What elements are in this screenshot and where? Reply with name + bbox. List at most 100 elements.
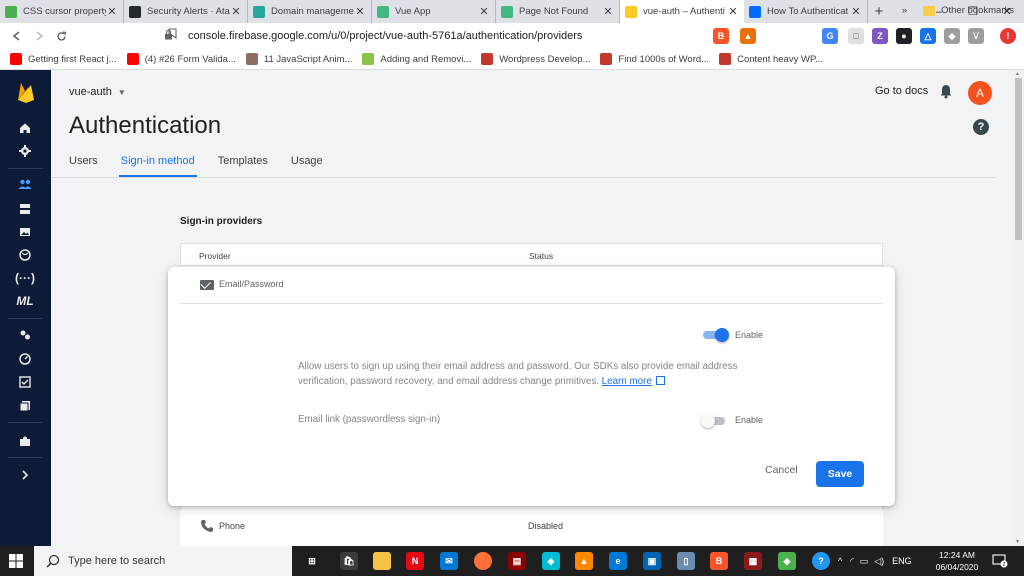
scroll-down-arrow-icon[interactable]: ▼ bbox=[1015, 539, 1020, 545]
table-row[interactable]: Phone Disabled bbox=[180, 510, 883, 546]
volume-icon[interactable]: ◁) bbox=[874, 556, 884, 567]
folder-icon bbox=[923, 5, 936, 16]
bookmark-item[interactable]: Content heavy WP... bbox=[719, 53, 823, 65]
notifications-bell-icon[interactable] bbox=[938, 83, 954, 99]
bookmark-item[interactable]: Wordpress Develop... bbox=[481, 53, 590, 65]
email-password-enable-toggle[interactable] bbox=[703, 328, 729, 342]
windows-start-icon[interactable] bbox=[9, 554, 23, 568]
url-field[interactable]: console.firebase.google.com/u/0/project/… bbox=[164, 26, 694, 46]
extension-icon-2[interactable]: □ bbox=[848, 28, 864, 44]
bookmark-item[interactable]: (4) #26 Form Valida... bbox=[126, 53, 236, 65]
help-icon[interactable]: ? bbox=[973, 119, 989, 135]
close-tab-icon[interactable]: ✕ bbox=[850, 5, 862, 18]
expand-rail-chevron-icon[interactable] bbox=[16, 466, 34, 484]
tab-templates[interactable]: Templates bbox=[218, 155, 268, 177]
browser-tab[interactable]: vue-auth – Authenti ✕ bbox=[620, 0, 744, 23]
close-tab-icon[interactable]: ✕ bbox=[727, 5, 739, 18]
browser-tab[interactable]: CSS cursor property ✕ bbox=[0, 0, 124, 23]
brave-browser-icon[interactable]: B bbox=[710, 552, 728, 570]
settings-gear-icon[interactable] bbox=[16, 142, 34, 160]
other-bookmarks-link[interactable]: Other bookmarks bbox=[941, 5, 1014, 16]
tray-chevron-up-icon[interactable]: ^ bbox=[838, 556, 842, 566]
close-tab-icon[interactable]: ✕ bbox=[478, 5, 490, 18]
tab-users[interactable]: Users bbox=[69, 155, 98, 177]
back-button[interactable] bbox=[6, 25, 28, 47]
help-app-icon[interactable]: ? bbox=[812, 552, 830, 570]
section-title: Sign-in providers bbox=[180, 216, 263, 227]
battery-icon[interactable]: ▭ bbox=[860, 556, 869, 567]
cancel-button[interactable]: Cancel bbox=[765, 464, 798, 476]
netflix-icon[interactable]: N bbox=[406, 552, 424, 570]
home-icon[interactable] bbox=[16, 119, 34, 137]
browser-tab[interactable]: Security Alerts · Atar ✕ bbox=[124, 0, 248, 23]
firebase-logo-icon[interactable] bbox=[17, 82, 35, 104]
tab-usage[interactable]: Usage bbox=[291, 155, 323, 177]
account-avatar[interactable]: A bbox=[968, 81, 992, 105]
extension-icon-3[interactable]: Z bbox=[872, 28, 888, 44]
browser-tab[interactable]: Vue App ✕ bbox=[372, 0, 496, 23]
extension-icon-4[interactable]: ● bbox=[896, 28, 912, 44]
project-selector[interactable]: vue-auth ▼ bbox=[69, 86, 126, 98]
brave-rewards-icon[interactable]: ▲ bbox=[740, 28, 756, 44]
wifi-icon[interactable]: ◜ bbox=[850, 556, 854, 567]
extension-icon-6[interactable]: ◆ bbox=[944, 28, 960, 44]
forward-button[interactable] bbox=[28, 25, 50, 47]
brave-shields-icon[interactable]: B bbox=[713, 28, 729, 44]
crashlytics-icon[interactable] bbox=[16, 326, 34, 344]
browser-tab[interactable]: How To Authenticat ✕ bbox=[744, 0, 868, 23]
extension-icon-5[interactable]: △ bbox=[920, 28, 936, 44]
app-icon-terminal[interactable]: ▤ bbox=[508, 552, 526, 570]
save-button[interactable]: Save bbox=[816, 461, 864, 487]
translate-extension-icon[interactable]: G bbox=[822, 28, 838, 44]
store-icon[interactable]: 🛍 bbox=[340, 552, 358, 570]
close-tab-icon[interactable]: ✕ bbox=[354, 5, 366, 18]
browser-tab[interactable]: Page Not Found ✕ bbox=[496, 0, 620, 23]
bookmark-item[interactable]: Getting first React j... bbox=[10, 53, 117, 65]
app-icon-git[interactable]: ◆ bbox=[778, 552, 796, 570]
database-icon[interactable] bbox=[16, 200, 34, 218]
go-to-docs-link[interactable]: Go to docs bbox=[875, 85, 928, 97]
tab-sign-in-method[interactable]: Sign-in method bbox=[118, 155, 197, 177]
action-center-icon[interactable]: 2 bbox=[992, 554, 1008, 568]
taskbar-search-input[interactable]: Type here to search bbox=[34, 546, 292, 576]
functions-icon[interactable]: (···) bbox=[15, 269, 35, 287]
language-indicator[interactable]: ENG bbox=[892, 556, 912, 566]
task-view-icon[interactable]: ⊞ bbox=[303, 552, 321, 570]
vlc-icon[interactable]: ▲ bbox=[575, 552, 593, 570]
taskbar-clock[interactable]: 12:24 AM 06/04/2020 bbox=[932, 549, 982, 573]
app-distribution-icon[interactable] bbox=[16, 397, 34, 415]
extensions-puzzle-icon[interactable] bbox=[16, 432, 34, 450]
close-tab-icon[interactable]: ✕ bbox=[230, 5, 242, 18]
app-icon-generic[interactable]: ◈ bbox=[542, 552, 560, 570]
browser-tab[interactable]: Domain managemen ✕ bbox=[248, 0, 372, 23]
test-lab-check-icon[interactable] bbox=[16, 373, 34, 391]
app-icon-notes[interactable]: ▯ bbox=[677, 552, 695, 570]
performance-gauge-icon[interactable] bbox=[16, 350, 34, 368]
storage-image-icon[interactable] bbox=[16, 223, 34, 241]
scroll-up-arrow-icon[interactable]: ▲ bbox=[1015, 71, 1020, 77]
reload-button[interactable] bbox=[50, 25, 72, 47]
edge-icon[interactable]: e bbox=[609, 552, 627, 570]
authentication-users-icon[interactable] bbox=[16, 175, 34, 193]
file-explorer-icon[interactable] bbox=[373, 552, 391, 570]
bookmark-item[interactable]: 11 JavaScript Anim... bbox=[245, 53, 352, 65]
new-tab-button[interactable]: + bbox=[868, 0, 890, 23]
bookmark-item[interactable]: Find 1000s of Word... bbox=[600, 53, 709, 65]
mail-app-icon[interactable]: ✉ bbox=[440, 552, 458, 570]
bookmark-item[interactable]: Adding and Removi... bbox=[362, 53, 471, 65]
close-tab-icon[interactable]: ✕ bbox=[602, 5, 614, 18]
email-link-enable-toggle[interactable] bbox=[701, 414, 729, 428]
system-tray: ^ ◜ ▭ ◁) ENG bbox=[838, 546, 912, 576]
firefox-icon[interactable] bbox=[474, 552, 492, 570]
app-icon-window[interactable]: ▣ bbox=[643, 552, 661, 570]
hosting-globe-icon[interactable] bbox=[16, 246, 34, 264]
learn-more-link[interactable]: Learn more bbox=[602, 376, 652, 387]
scroll-thumb[interactable] bbox=[1015, 78, 1022, 240]
winrar-icon[interactable]: ▦ bbox=[744, 552, 762, 570]
vue-devtools-icon[interactable]: V bbox=[968, 28, 984, 44]
ml-kit-icon[interactable]: ML bbox=[16, 292, 34, 310]
browser-menu-icon[interactable]: ! bbox=[1000, 28, 1016, 44]
bookmarks-more-button[interactable]: » bbox=[902, 5, 907, 16]
close-tab-icon[interactable]: ✕ bbox=[106, 5, 118, 18]
page-scrollbar[interactable]: ▲ ▼ bbox=[1013, 70, 1024, 546]
